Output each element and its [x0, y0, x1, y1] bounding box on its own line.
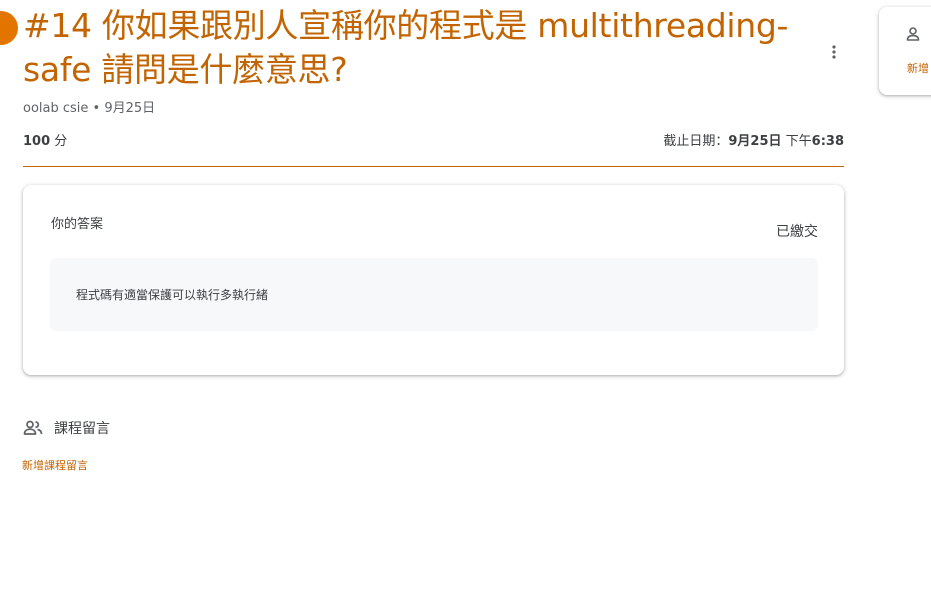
points-value: 100	[23, 134, 51, 149]
more-options-button[interactable]	[820, 38, 848, 66]
header-divider	[23, 166, 844, 167]
answer-text: 程式碼有適當保護可以執行多執行緒	[76, 288, 269, 302]
your-answer-label: 你的答案	[51, 217, 104, 232]
points-unit: 分	[54, 134, 68, 149]
due-date: 截止日期：9月25日 下午6:38	[663, 130, 844, 149]
due-time-prefix: 下午	[785, 134, 812, 149]
your-answer-card: 你的答案 已繳交 程式碼有適當保護可以執行多執行緒	[23, 185, 844, 375]
assignment-meta: oolab csie • 9月25日	[23, 101, 156, 116]
assignment-title: #14 你如果跟別人宣稱你的程式是 multithreading-safe 請問…	[23, 6, 789, 89]
due-time-value: 6:38	[811, 134, 844, 149]
due-date-value: 9月25日	[728, 134, 782, 149]
add-class-comment-link[interactable]: 新增課程留言	[22, 457, 88, 473]
due-label: 截止日期：	[663, 134, 729, 149]
side-panel-card: 新增	[879, 7, 931, 95]
submission-status: 已繳交	[776, 224, 818, 240]
more-vert-icon	[832, 45, 836, 59]
answer-box: 程式碼有適當保護可以執行多執行緒	[50, 258, 818, 331]
side-add-button[interactable]: 新增	[907, 60, 929, 76]
assignment-page: #14 你如果跟別人宣稱你的程式是 multithreading-safe 請問…	[0, 0, 931, 593]
class-comments-header: 課程留言	[23, 418, 110, 438]
class-comments-title: 課程留言	[54, 421, 110, 437]
assignment-icon	[0, 11, 18, 45]
points: 100 分	[23, 130, 67, 149]
people-icon	[23, 420, 43, 435]
person-icon	[906, 27, 920, 41]
